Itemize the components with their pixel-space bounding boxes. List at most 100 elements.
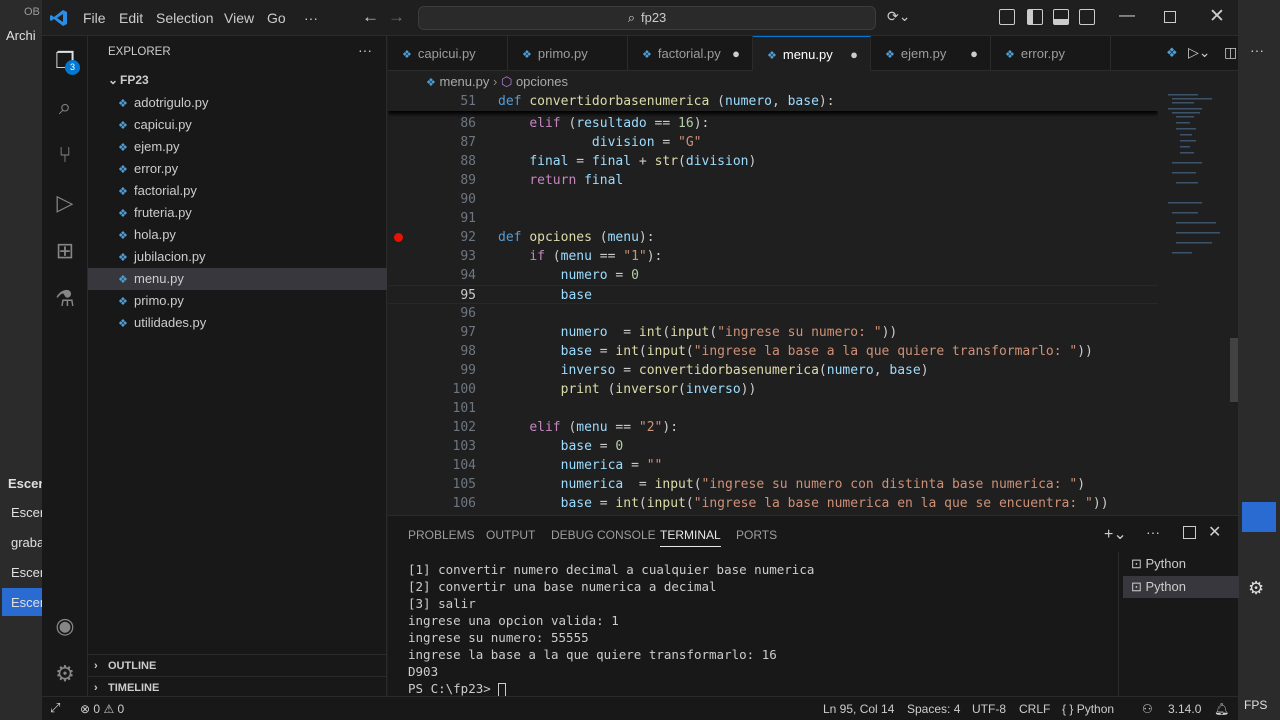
line-number: 102 bbox=[452, 420, 476, 435]
remote-icon[interactable]: ⤢ bbox=[50, 700, 60, 716]
bg-scene-item[interactable]: graba bbox=[11, 535, 42, 550]
source-control-icon[interactable]: ⑂ bbox=[50, 140, 80, 170]
testing-icon[interactable]: ⚗ bbox=[50, 284, 80, 314]
menu-selection[interactable]: Selection bbox=[156, 10, 214, 26]
file-item[interactable]: ❖ capicui.py bbox=[88, 114, 387, 136]
file-item-active[interactable]: ❖ menu.py bbox=[88, 268, 387, 290]
folder-header[interactable]: ⌄ FP23 bbox=[88, 69, 387, 91]
file-label: menu.py bbox=[134, 271, 184, 286]
language-mode[interactable]: { } Python bbox=[1062, 702, 1114, 716]
terminal-list-item-active[interactable]: ⊡ Python bbox=[1123, 576, 1239, 598]
file-item[interactable]: ❖ factorial.py bbox=[88, 180, 387, 202]
tab-label: primo.py bbox=[537, 46, 588, 61]
code-line: 91 bbox=[388, 209, 1158, 228]
tab-error[interactable]: ❖ error.py bbox=[991, 36, 1111, 71]
line-number: 95 bbox=[460, 288, 476, 303]
menu-edit[interactable]: Edit bbox=[119, 10, 143, 26]
python-file-icon: ❖ bbox=[642, 49, 652, 61]
new-terminal-icon[interactable]: +⌄ bbox=[1104, 524, 1127, 544]
menu-view[interactable]: View bbox=[224, 10, 254, 26]
back-arrow-icon[interactable]: ← bbox=[362, 7, 379, 27]
indentation[interactable]: Spaces: 4 bbox=[907, 702, 960, 716]
chevron-down-icon: ⌄ bbox=[108, 73, 119, 87]
tab-terminal[interactable]: TERMINAL bbox=[660, 528, 721, 547]
account-icon[interactable]: ◉ bbox=[50, 611, 80, 641]
end-of-line[interactable]: CRLF bbox=[1019, 702, 1050, 716]
terminal-line: ingrese su numero: 55555 bbox=[408, 630, 589, 645]
file-item[interactable]: ❖ fruteria.py bbox=[88, 202, 387, 224]
tab-ports[interactable]: PORTS bbox=[736, 528, 777, 542]
tab-primo[interactable]: ❖ primo.py bbox=[508, 36, 628, 71]
tab-problems[interactable]: PROBLEMS bbox=[408, 528, 475, 542]
copilot-icon[interactable]: ⟳⌄ bbox=[887, 8, 910, 25]
tab-menu[interactable]: ❖ menu.py ● bbox=[753, 36, 871, 71]
command-center-search[interactable]: ⌕ fp23 bbox=[418, 6, 876, 30]
python-version[interactable]: 3.14.0 bbox=[1168, 702, 1201, 716]
run-debug-icon[interactable]: ▷ bbox=[50, 188, 80, 218]
bg-scene-item-active[interactable]: Escen bbox=[2, 588, 42, 616]
search-icon[interactable]: ⌕ bbox=[50, 92, 80, 122]
tab-output[interactable]: OUTPUT bbox=[486, 528, 535, 542]
explorer-more-icon[interactable]: ··· bbox=[358, 42, 372, 58]
tab-label: menu.py bbox=[782, 47, 833, 62]
cursor-position[interactable]: Ln 95, Col 14 bbox=[823, 702, 894, 716]
extensions-icon[interactable]: ⊞ bbox=[50, 236, 80, 266]
toggle-secondary-sidebar-icon[interactable] bbox=[1079, 9, 1095, 25]
tab-ejem[interactable]: ❖ ejem.py ● bbox=[871, 36, 991, 71]
terminal-prompt[interactable]: PS C:\fp23> bbox=[408, 681, 507, 697]
forward-arrow-icon[interactable]: → bbox=[388, 7, 405, 27]
file-item[interactable]: ❖ utilidades.py bbox=[88, 312, 387, 334]
terminal-line: [3] salir bbox=[408, 596, 476, 611]
sticky-scroll-line[interactable]: 51 def convertidorbasenumerica (numero, b… bbox=[388, 92, 1158, 111]
code-text: numerica = "" bbox=[560, 458, 663, 473]
outline-section[interactable]: › OUTLINE bbox=[88, 654, 387, 676]
file-item[interactable]: ❖ hola.py bbox=[88, 224, 387, 246]
unsaved-dot-icon[interactable]: ● bbox=[850, 37, 858, 72]
sidebar-left-icon[interactable] bbox=[1027, 9, 1043, 25]
encoding[interactable]: UTF-8 bbox=[972, 702, 1006, 716]
breadcrumb-file[interactable]: menu.py bbox=[440, 74, 490, 89]
maximize-panel-icon[interactable] bbox=[1183, 526, 1196, 539]
code-editor[interactable]: 86 elif (resultado == 16): 87 division =… bbox=[388, 92, 1158, 515]
run-icon[interactable]: ▷⌄ bbox=[1188, 44, 1211, 61]
tab-factorial[interactable]: ❖ factorial.py ● bbox=[628, 36, 753, 71]
notifications-icon[interactable]: 🔔︎ bbox=[1214, 702, 1229, 716]
menu-more[interactable]: ··· bbox=[304, 10, 318, 26]
panel-more-icon[interactable]: ··· bbox=[1146, 524, 1160, 540]
file-item[interactable]: ❖ primo.py bbox=[88, 290, 387, 312]
timeline-section[interactable]: › TIMELINE bbox=[88, 676, 387, 698]
code-line-current: 95 base bbox=[388, 285, 1158, 304]
file-item[interactable]: ❖ jubilacion.py bbox=[88, 246, 387, 268]
code-line: 99 inverso = convertidorbasenumerica(num… bbox=[388, 361, 1158, 380]
unsaved-dot-icon[interactable]: ● bbox=[970, 36, 978, 71]
warning-icon: ⚠ bbox=[103, 702, 115, 716]
breadcrumb-symbol[interactable]: opciones bbox=[516, 74, 568, 89]
close-icon[interactable]: ✕ bbox=[1209, 5, 1225, 28]
menu-file[interactable]: File bbox=[83, 10, 106, 26]
file-item[interactable]: ❖ ejem.py bbox=[88, 136, 387, 158]
feedback-icon[interactable]: ⚇ bbox=[1142, 702, 1153, 716]
file-item[interactable]: ❖ adotrigulo.py bbox=[88, 92, 387, 114]
editor-scrollbar-thumb[interactable] bbox=[1230, 338, 1238, 402]
file-item[interactable]: ❖ error.py bbox=[88, 158, 387, 180]
maximize-icon[interactable] bbox=[1164, 11, 1176, 23]
gear-icon[interactable]: ⚙ bbox=[1248, 578, 1264, 599]
minimize-icon[interactable]: — bbox=[1119, 7, 1135, 25]
tab-capicui[interactable]: ❖ capicui.py bbox=[388, 36, 508, 71]
terminal-list-item[interactable]: ⊡ Python bbox=[1131, 556, 1186, 572]
code-text: final = final + str(division) bbox=[529, 154, 757, 169]
minimap[interactable] bbox=[1158, 92, 1238, 515]
split-editor-icon[interactable]: ◫ bbox=[1224, 44, 1237, 61]
editor-more-icon[interactable]: ··· bbox=[1250, 42, 1264, 58]
manage-gear-icon[interactable]: ⚙ bbox=[50, 659, 80, 689]
tab-debug-console[interactable]: DEBUG CONSOLE bbox=[551, 528, 656, 542]
toggle-panel-icon[interactable] bbox=[1053, 9, 1069, 25]
problems-status[interactable]: ⊗ 0 ⚠ 0 bbox=[80, 702, 124, 716]
close-panel-icon[interactable]: ✕ bbox=[1208, 522, 1221, 542]
search-icon: ⌕ bbox=[627, 10, 635, 25]
bg-scene-item[interactable]: Escen bbox=[11, 565, 42, 580]
unsaved-dot-icon[interactable]: ● bbox=[732, 36, 740, 71]
toggle-primary-sidebar-icon[interactable] bbox=[999, 9, 1015, 25]
bg-scene-item[interactable]: Escen bbox=[11, 505, 42, 520]
menu-go[interactable]: Go bbox=[267, 10, 286, 26]
